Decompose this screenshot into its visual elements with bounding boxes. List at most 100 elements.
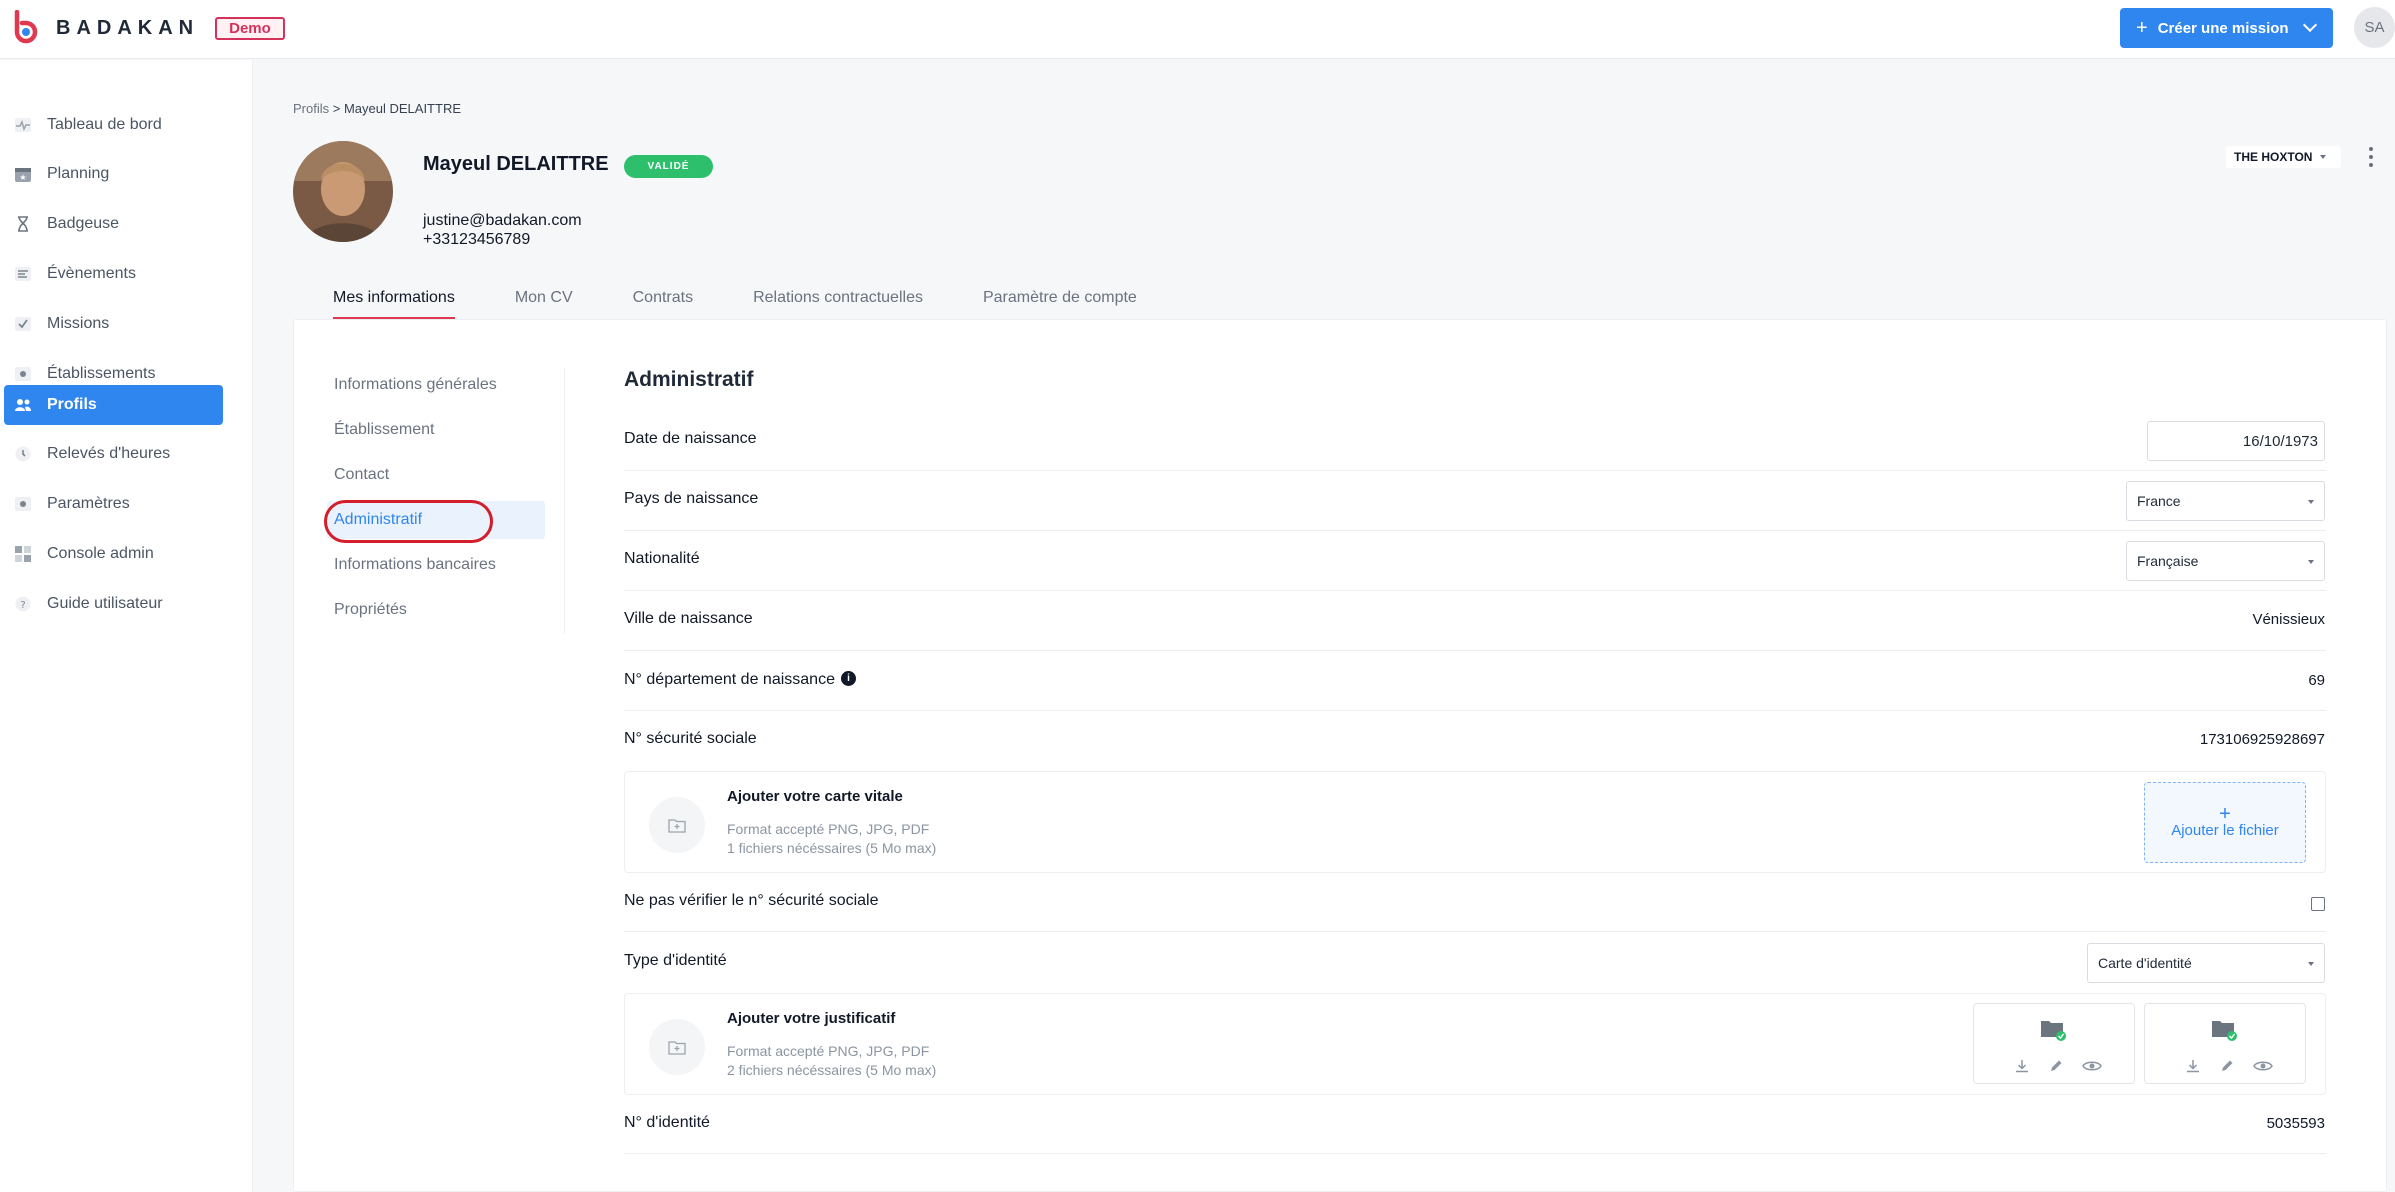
sidebar-item-label: Profils <box>47 396 97 413</box>
profile-photo <box>293 141 393 242</box>
subnav-bank-info[interactable]: Informations bancaires <box>334 546 550 584</box>
sidebar: Tableau de bord ★ Planning Badgeuse Évèn… <box>0 60 253 1192</box>
tab-cv[interactable]: Mon CV <box>515 285 573 319</box>
birth-dept-value[interactable]: 69 <box>2308 672 2325 689</box>
sidebar-item-user-guide[interactable]: ? Guide utilisateur <box>4 584 223 624</box>
badakan-logo-icon <box>14 10 38 44</box>
breadcrumb-separator: > <box>332 101 341 116</box>
nationality-select[interactable]: Française <box>2126 541 2325 581</box>
caret-down-icon <box>2308 500 2314 504</box>
folder-add-icon <box>649 1019 705 1075</box>
sidebar-item-admin-console[interactable]: Console admin <box>4 534 223 574</box>
sidebar-item-label: Guide utilisateur <box>47 595 163 612</box>
tab-contracts[interactable]: Contrats <box>633 285 693 319</box>
env-badge: Demo <box>215 16 285 40</box>
profile-name: Mayeul DELAITTRE <box>423 153 609 175</box>
edit-icon[interactable] <box>2219 1058 2235 1074</box>
organization-select[interactable]: THE HOXTON <box>2226 146 2341 168</box>
sidebar-item-missions[interactable]: Missions <box>4 304 223 344</box>
sidebar-item-dashboard[interactable]: Tableau de bord <box>4 105 223 145</box>
id-number-value[interactable]: 5035593 <box>2267 1115 2325 1132</box>
sidebar-item-label: Établissements <box>47 365 156 382</box>
birth-country-select[interactable]: France <box>2126 481 2325 521</box>
id-type-label: Type d'identité <box>624 952 727 969</box>
sidebar-item-planning[interactable]: ★ Planning <box>4 154 223 194</box>
birth-dept-label: N° département de naissance i <box>624 671 856 689</box>
id-upload-title: Ajouter votre justificatif <box>727 1010 896 1027</box>
section-title: Administratif <box>624 368 754 391</box>
app-name: BADAKAN <box>56 16 200 39</box>
folder-check-icon <box>2212 1021 2237 1041</box>
add-file-button[interactable]: + Ajouter le fichier <box>2144 782 2306 863</box>
ssn-value[interactable]: 173106925928697 <box>2200 731 2325 748</box>
vitale-upload-box: Ajouter votre carte vitale Format accept… <box>624 771 2326 873</box>
download-icon[interactable] <box>2014 1058 2030 1074</box>
organization-value: THE HOXTON <box>2234 150 2313 164</box>
row-divider <box>624 530 2326 531</box>
tab-contract-relations[interactable]: Relations contractuelles <box>753 285 923 319</box>
subnav-administrative[interactable]: Administratif <box>327 501 545 539</box>
sidebar-item-timesheets[interactable]: Relevés d'heures <box>4 434 223 474</box>
subnav-properties[interactable]: Propriétés <box>334 591 550 629</box>
birth-city-value[interactable]: Vénissieux <box>2252 611 2325 628</box>
row-divider <box>624 931 2326 932</box>
plus-icon: + <box>2136 16 2148 39</box>
skip-ssn-label: Ne pas vérifier le n° sécurité sociale <box>624 892 879 909</box>
id-upload-required: 2 fichiers nécéssaires (5 Mo max) <box>727 1062 937 1078</box>
birth-country-label: Pays de naissance <box>624 490 759 507</box>
birth-dept-label-text: N° département de naissance <box>624 671 835 688</box>
tab-account-settings[interactable]: Paramètre de compte <box>983 285 1137 319</box>
subnav-establishment[interactable]: Établissement <box>334 411 550 449</box>
info-icon[interactable]: i <box>840 671 856 686</box>
subnav-general-info[interactable]: Informations générales <box>334 366 550 404</box>
download-icon[interactable] <box>2185 1058 2201 1074</box>
edit-icon[interactable] <box>2048 1058 2064 1074</box>
caret-down-icon <box>2308 560 2314 564</box>
view-icon[interactable] <box>2082 1058 2102 1074</box>
subnav-divider <box>564 368 565 634</box>
sidebar-item-profiles[interactable]: Profils <box>4 385 223 425</box>
birth-date-label: Date de naissance <box>624 430 757 447</box>
breadcrumb: Profils > Mayeul DELAITTRE <box>293 101 461 116</box>
more-options-icon[interactable] <box>2365 144 2377 170</box>
plus-icon: + <box>2219 803 2231 825</box>
status-badge: VALIDÉ <box>624 155 713 178</box>
profile-tabs: Mes informations Mon CV Contrats Relatio… <box>333 285 1197 319</box>
breadcrumb-link-profiles[interactable]: Profils <box>293 101 329 116</box>
sidebar-item-settings[interactable]: Paramètres <box>4 484 223 524</box>
svg-text:?: ? <box>20 600 25 611</box>
chevron-down-icon[interactable] <box>2302 17 2318 33</box>
profile-email: justine@badakan.com <box>423 212 582 229</box>
app-logo[interactable]: BADAKAN Demo <box>10 10 285 46</box>
birth-date-input[interactable]: 16/10/1973 <box>2147 421 2325 461</box>
row-divider <box>624 470 2326 471</box>
id-type-select[interactable]: Carte d'identité <box>2087 943 2325 983</box>
sidebar-item-badgeuse[interactable]: Badgeuse <box>4 204 223 244</box>
list-icon <box>14 265 32 283</box>
top-bar: BADAKAN Demo + Créer une mission SA <box>0 0 2395 59</box>
help-icon: ? <box>14 595 32 613</box>
ssn-label: N° sécurité sociale <box>624 730 757 747</box>
folder-add-icon <box>649 797 705 853</box>
svg-text:★: ★ <box>19 173 26 182</box>
users-icon <box>14 396 32 414</box>
subnav-contact[interactable]: Contact <box>334 456 550 494</box>
grid-icon <box>14 545 32 563</box>
sidebar-item-label: Missions <box>47 315 110 332</box>
skip-ssn-checkbox[interactable] <box>2311 897 2325 911</box>
sidebar-item-label: Console admin <box>47 545 154 562</box>
row-divider <box>624 650 2326 651</box>
folder-check-icon <box>2041 1021 2066 1041</box>
vitale-upload-required: 1 fichiers nécéssaires (5 Mo max) <box>727 840 937 856</box>
row-divider <box>624 710 2326 711</box>
sidebar-item-events[interactable]: Évènements <box>4 254 223 294</box>
tab-my-info[interactable]: Mes informations <box>333 285 455 319</box>
hourglass-icon <box>14 215 32 233</box>
view-icon[interactable] <box>2253 1058 2273 1074</box>
breadcrumb-current: Mayeul DELAITTRE <box>343 101 462 116</box>
check-square-icon <box>14 315 32 333</box>
sidebar-item-label: Évènements <box>47 265 136 282</box>
user-avatar[interactable]: SA <box>2354 7 2395 48</box>
nationality-value: Française <box>2137 553 2199 569</box>
create-mission-button[interactable]: + Créer une mission <box>2120 8 2333 48</box>
